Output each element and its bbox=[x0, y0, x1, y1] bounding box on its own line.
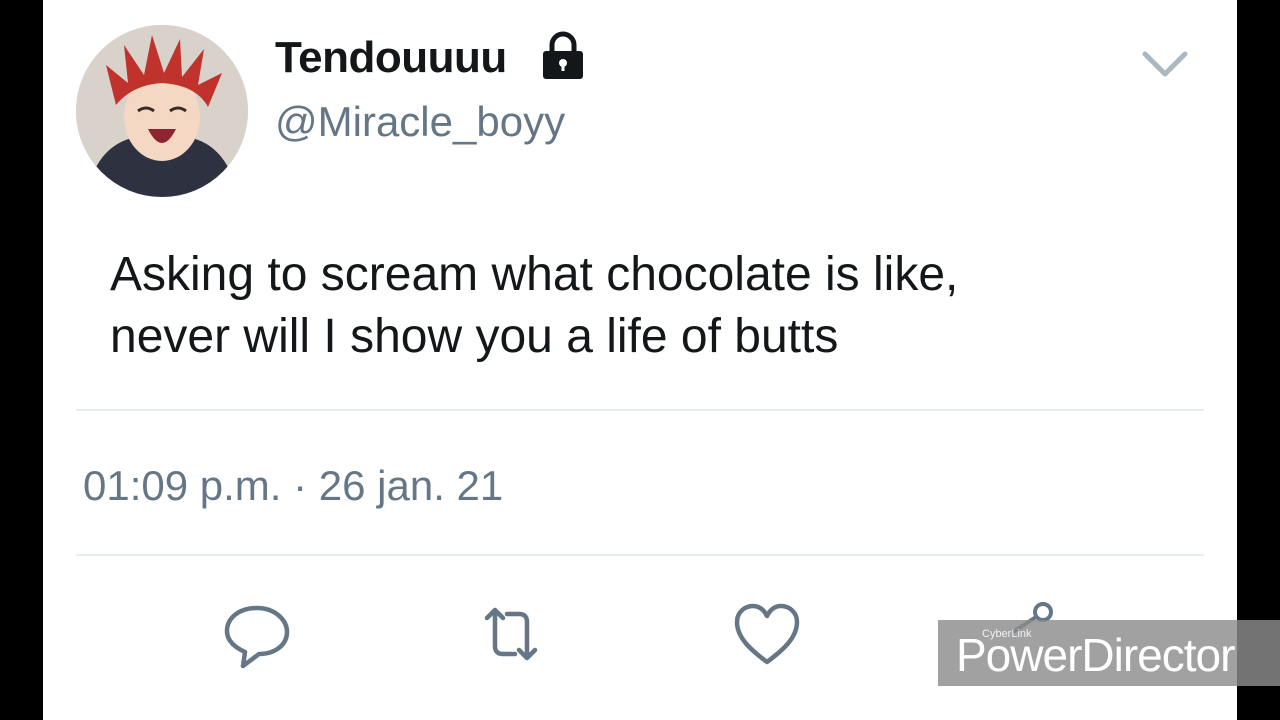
divider bbox=[76, 409, 1204, 411]
tweet-card: Tendouuuu @Miracle_boyy Asking to scream… bbox=[43, 0, 1237, 720]
tweet-text: Asking to scream what chocolate is like,… bbox=[110, 244, 1190, 368]
heart-icon bbox=[734, 603, 800, 665]
user-handle[interactable]: @Miracle_boyy bbox=[275, 98, 565, 146]
reply-button[interactable] bbox=[221, 598, 293, 670]
watermark: CyberLink PowerDirector bbox=[938, 620, 1280, 686]
retweet-icon bbox=[484, 607, 538, 661]
reply-icon bbox=[224, 605, 290, 669]
avatar[interactable] bbox=[76, 25, 248, 197]
tweet-text-line: Asking to scream what chocolate is like, bbox=[110, 248, 959, 301]
chevron-down-icon[interactable] bbox=[1141, 48, 1189, 80]
display-name[interactable]: Tendouuuu bbox=[275, 33, 507, 83]
timestamp: 01:09 p.m. · 26 jan. 21 bbox=[83, 462, 504, 509]
lock-icon bbox=[543, 31, 583, 79]
retweet-button[interactable] bbox=[475, 598, 547, 670]
watermark-brand-main: PowerDirector bbox=[956, 629, 1235, 681]
tweet-text-line: never will I show you a life of butts bbox=[110, 310, 839, 363]
divider bbox=[76, 554, 1204, 556]
like-button[interactable] bbox=[731, 598, 803, 670]
